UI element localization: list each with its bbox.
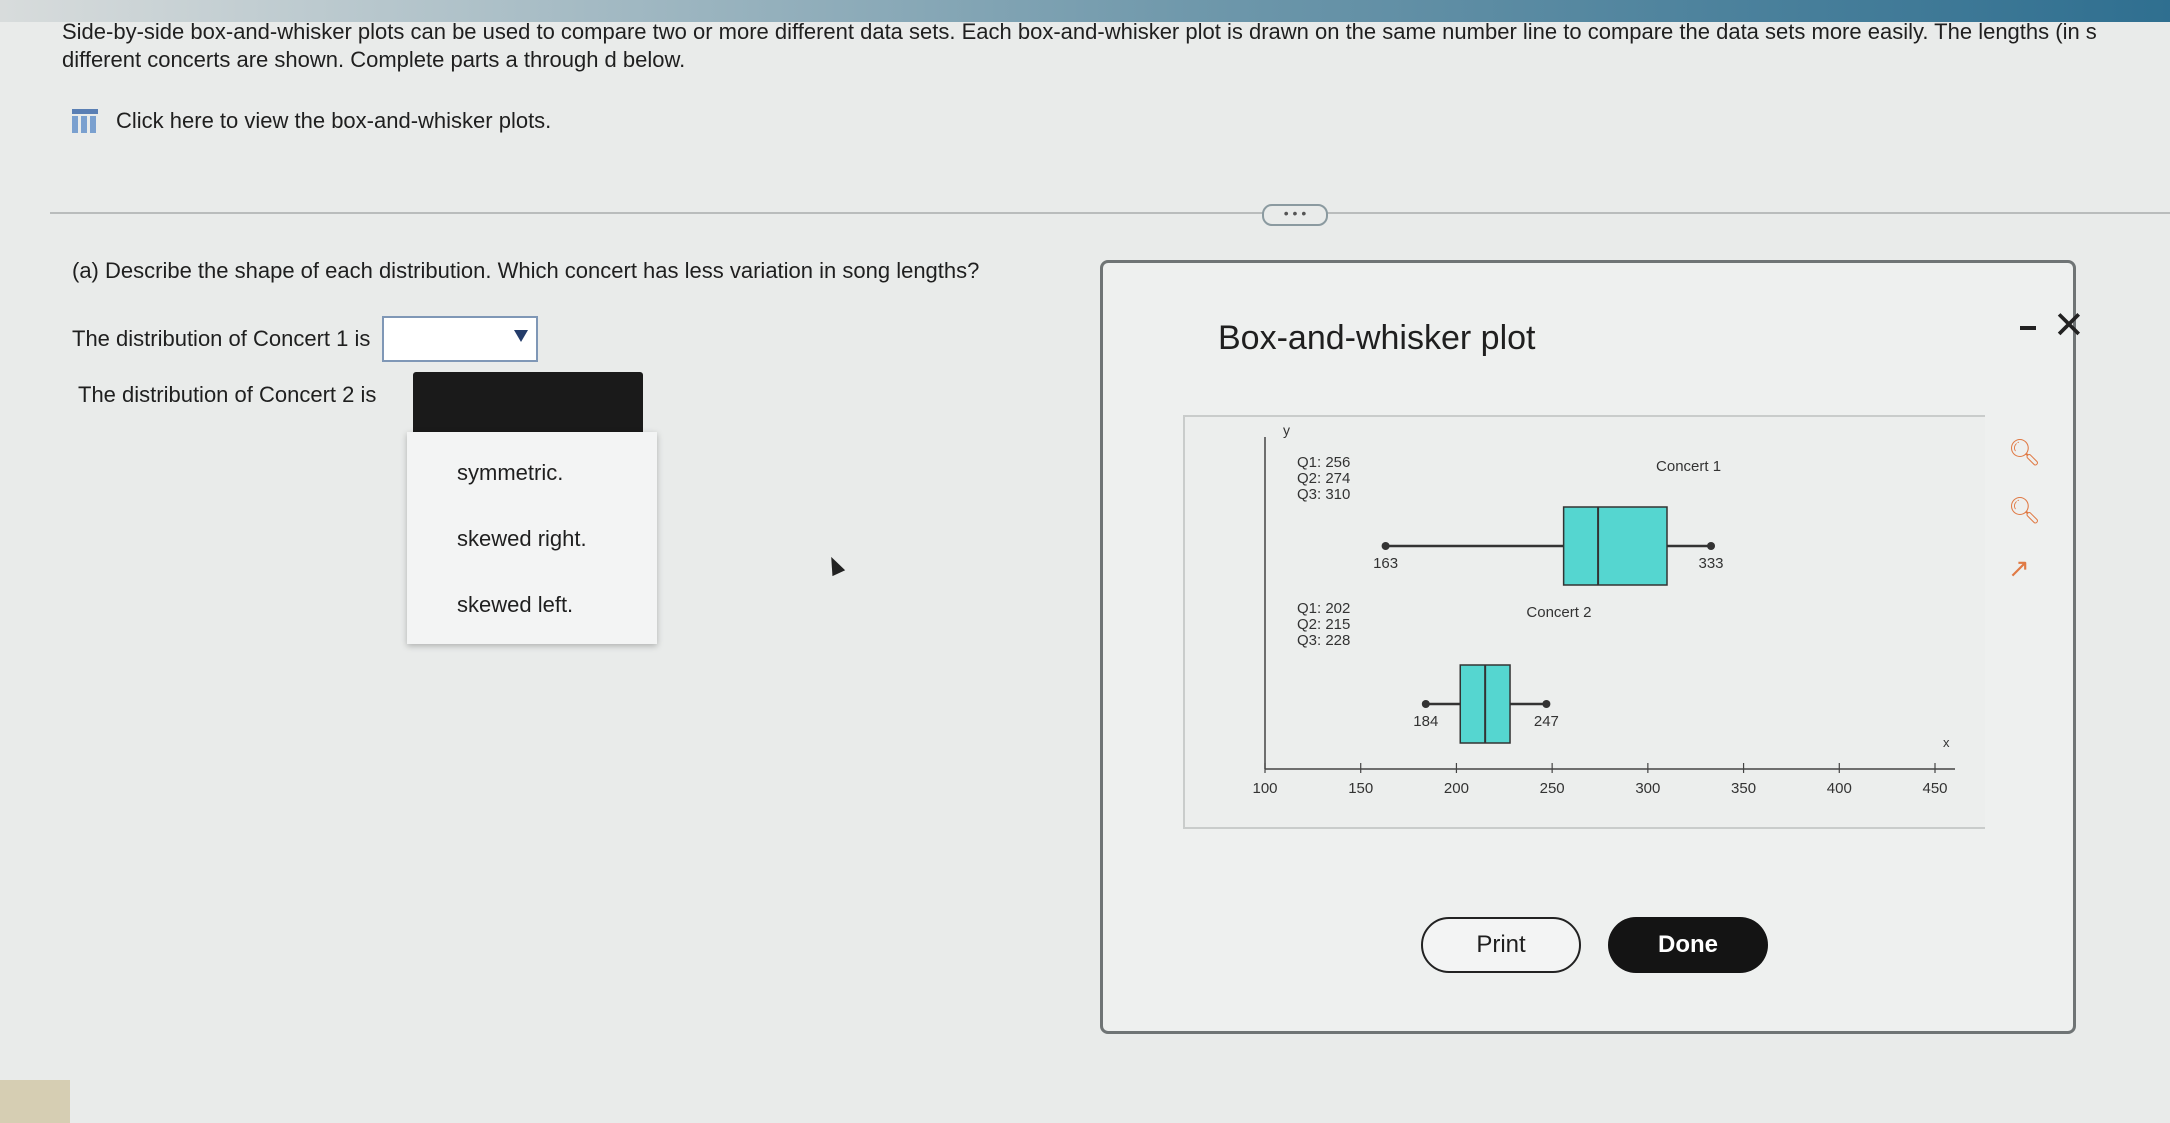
mouse-cursor-icon xyxy=(824,553,846,577)
close-icon[interactable]: ✕ xyxy=(2053,307,2085,345)
boxplot-dialog: Box-and-whisker plot ✕ y x 100 150 200 250 300… xyxy=(1100,260,2085,1034)
boxplot-chart: y x 100 150 200 250 300 350 400 450 Q1: 256Q2: 274… xyxy=(1252,422,1955,797)
desk-corner xyxy=(0,1080,70,1123)
done-button[interactable]: Done xyxy=(1608,917,1768,973)
x-tick-label: 200 xyxy=(1444,780,1469,797)
x-tick-label: 100 xyxy=(1252,780,1277,797)
view-plots-link[interactable]: Click here to view the box-and-whisker p… xyxy=(72,108,551,134)
min-value-label: 163 xyxy=(1373,555,1398,572)
dropdown-arrow-icon xyxy=(514,330,529,342)
concert1-answer-row: The distribution of Concert 1 is xyxy=(72,316,539,362)
zoom-in-icon[interactable]: 🔍︎ xyxy=(2008,437,2041,468)
x-tick-label: 300 xyxy=(1635,780,1660,797)
concert2-prompt: The distribution of Concert 2 is xyxy=(78,382,377,407)
export-icon[interactable]: ↗ xyxy=(2008,553,2030,584)
print-button[interactable]: Print xyxy=(1421,917,1581,973)
plot-panel: y x 100 150 200 250 300 350 400 450 Q1: 256 Q2: 274… xyxy=(1183,415,2041,829)
max-value-label: 247 xyxy=(1534,713,1559,730)
table-icon xyxy=(72,109,98,133)
x-axis-label: x xyxy=(1943,735,1950,750)
concert1-dropdown[interactable] xyxy=(382,316,539,362)
iqr-box xyxy=(1562,506,1668,586)
section-divider xyxy=(50,212,2170,214)
max-point xyxy=(1542,700,1551,708)
intro-text: Side-by-side box-and-whisker plots can b… xyxy=(62,19,2097,72)
min-point xyxy=(1381,542,1390,550)
max-value-label: 333 xyxy=(1699,555,1724,572)
min-point xyxy=(1421,700,1430,708)
min-value-label: 184 xyxy=(1413,713,1438,730)
concert1-prompt: The distribution of Concert 1 is xyxy=(72,326,371,351)
option-skewed-left[interactable]: skewed left. xyxy=(457,592,573,618)
option-symmetric[interactable]: symmetric. xyxy=(457,460,563,486)
quartile-label: Q2: 215 xyxy=(1297,616,1350,633)
max-point xyxy=(1707,542,1716,550)
minimize-icon[interactable] xyxy=(2020,326,2036,330)
series-name-label: Concert 1 xyxy=(1656,458,1721,475)
quartile-label: Q3: 228 xyxy=(1297,632,1350,649)
dropdown-menu: symmetric. skewed right. skewed left. xyxy=(407,432,657,644)
x-tick-label: 350 xyxy=(1731,780,1756,797)
question-a-label: (a) Describe the shape of each distribut… xyxy=(72,258,980,283)
x-tick-label: 250 xyxy=(1540,780,1565,797)
series-name-label: Concert 2 xyxy=(1526,604,1591,621)
x-tick-label: 150 xyxy=(1348,780,1373,797)
option-skewed-right[interactable]: skewed right. xyxy=(457,526,587,552)
quartile-label: Q1: 202 xyxy=(1297,600,1350,617)
view-plots-label: Click here to view the box-and-whisker p… xyxy=(116,108,552,133)
zoom-out-icon[interactable]: 🔍︎ xyxy=(2008,495,2041,526)
x-tick-label: 400 xyxy=(1827,780,1852,797)
quartile-label: Q1: 256 xyxy=(1297,454,1350,471)
y-axis-label: y xyxy=(1283,422,1290,438)
dialog-title: Box-and-whisker plot xyxy=(1218,319,1536,357)
expand-more-button[interactable]: • • • xyxy=(1262,204,1328,226)
concert2-dropdown[interactable] xyxy=(413,372,643,436)
quartile-label: Q3: 310 xyxy=(1297,486,1350,503)
x-tick-label: 450 xyxy=(1922,780,1947,797)
quartile-label: Q2: 274 xyxy=(1297,470,1350,487)
